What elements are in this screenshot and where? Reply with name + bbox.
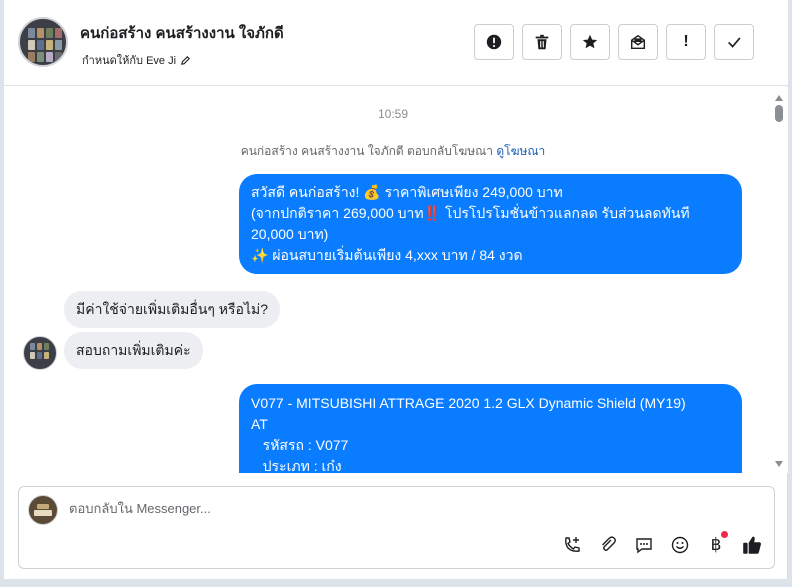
window-bottom-edge	[0, 579, 792, 587]
outgoing-message[interactable]: สวัสดี คนก่อสร้าง! 💰 ราคาพิเศษเพียง 249,…	[239, 174, 742, 274]
star-button[interactable]	[570, 24, 610, 60]
message-line: ✨ ผ่อนสบายเริ่มต้นเพียง 4,xxx บาท / 84 ง…	[251, 247, 523, 263]
incoming-message[interactable]: สอบถามเพิ่มเติมค่ะ	[64, 332, 203, 369]
payment-icon: ฿	[710, 535, 722, 555]
ad-reply-text: คนก่อสร้าง คนสร้างงาน ใจภักดี ตอบกลับโฆษ…	[240, 144, 494, 158]
message-composer: ฿	[18, 486, 775, 569]
check-icon	[728, 37, 741, 48]
scroll-down-arrow[interactable]	[775, 461, 783, 467]
message-thread[interactable]: 10:59 คนก่อสร้าง คนสร้างงาน ใจภักดี ตอบก…	[4, 87, 788, 473]
conversation-toolbar: !	[474, 24, 754, 60]
attachment-icon	[602, 536, 616, 551]
incoming-message[interactable]: มีค่าใช้จ่ายเพิ่มเติมอื่นๆ หรือไม่?	[64, 291, 281, 328]
page-avatar	[28, 495, 58, 525]
scroll-thumb[interactable]	[775, 105, 783, 122]
message-line: V077 - MITSUBISHI ATTRAGE 2020 1.2 GLX D…	[251, 395, 686, 411]
reply-input[interactable]	[69, 501, 549, 516]
contact-name[interactable]: คนก่อสร้าง คนสร้างงาน ใจภักดี	[80, 21, 284, 45]
composer-actions: ฿	[560, 531, 764, 557]
call-add-button[interactable]	[560, 533, 584, 557]
contact-avatar[interactable]	[18, 17, 68, 67]
call-add-icon	[565, 537, 580, 552]
message-line: สอบถามเพิ่มเติมค่ะ	[76, 342, 191, 358]
outgoing-message[interactable]: V077 - MITSUBISHI ATTRAGE 2020 1.2 GLX D…	[239, 384, 742, 473]
attach-button[interactable]	[596, 533, 620, 557]
message-line: 20,000 บาท)	[251, 226, 329, 242]
trash-icon	[535, 34, 549, 50]
payment-button[interactable]: ฿	[704, 531, 728, 557]
report-button[interactable]	[474, 24, 514, 60]
conversation-panel: คนก่อสร้าง คนสร้างงาน ใจภักดี กำหนดให้กั…	[4, 0, 788, 579]
like-button[interactable]	[740, 533, 764, 557]
message-line: ประเภท : เก๋ง	[251, 458, 342, 473]
message-line: รหัสรถ : V077	[251, 437, 349, 453]
delete-button[interactable]	[522, 24, 562, 60]
saved-reply-icon	[636, 538, 652, 554]
assignee-text: กำหนดให้กับ Eve Ji	[82, 55, 177, 67]
view-ad-link[interactable]: ดูโฆษณา	[496, 144, 545, 158]
alert-circle-icon	[486, 34, 502, 50]
priority-button[interactable]: !	[666, 24, 706, 60]
notification-dot	[721, 531, 728, 538]
star-icon	[582, 34, 598, 49]
pencil-icon	[181, 55, 190, 65]
contact-avatar-small[interactable]	[23, 336, 57, 370]
message-line: AT	[251, 416, 268, 432]
saved-reply-button[interactable]	[632, 533, 656, 557]
like-icon	[743, 536, 761, 554]
mark-unread-button[interactable]	[618, 24, 658, 60]
scroll-up-arrow[interactable]	[775, 95, 783, 101]
assignee-label[interactable]: กำหนดให้กับ Eve Ji	[82, 51, 191, 69]
emoji-button[interactable]	[668, 533, 692, 557]
envelope-icon	[630, 34, 646, 50]
done-button[interactable]	[714, 24, 754, 60]
ad-reply-note: คนก่อสร้าง คนสร้างงาน ใจภักดี ตอบกลับโฆษ…	[4, 142, 782, 161]
message-line: มีค่าใช้จ่ายเพิ่มเติมอื่นๆ หรือไม่?	[76, 301, 269, 317]
message-line: (จากปกติราคา 269,000 บาท‼️ โปรโปรโมชั่นข…	[251, 205, 690, 221]
message-line: สวัสดี คนก่อสร้าง! 💰 ราคาพิเศษเพียง 249,…	[251, 184, 563, 200]
thread-scrollbar[interactable]	[775, 95, 783, 467]
emoji-icon	[671, 536, 689, 554]
conversation-header: คนก่อสร้าง คนสร้างงาน ใจภักดี กำหนดให้กั…	[4, 0, 788, 86]
exclamation-icon: !	[683, 33, 689, 50]
message-timestamp: 10:59	[377, 107, 409, 121]
